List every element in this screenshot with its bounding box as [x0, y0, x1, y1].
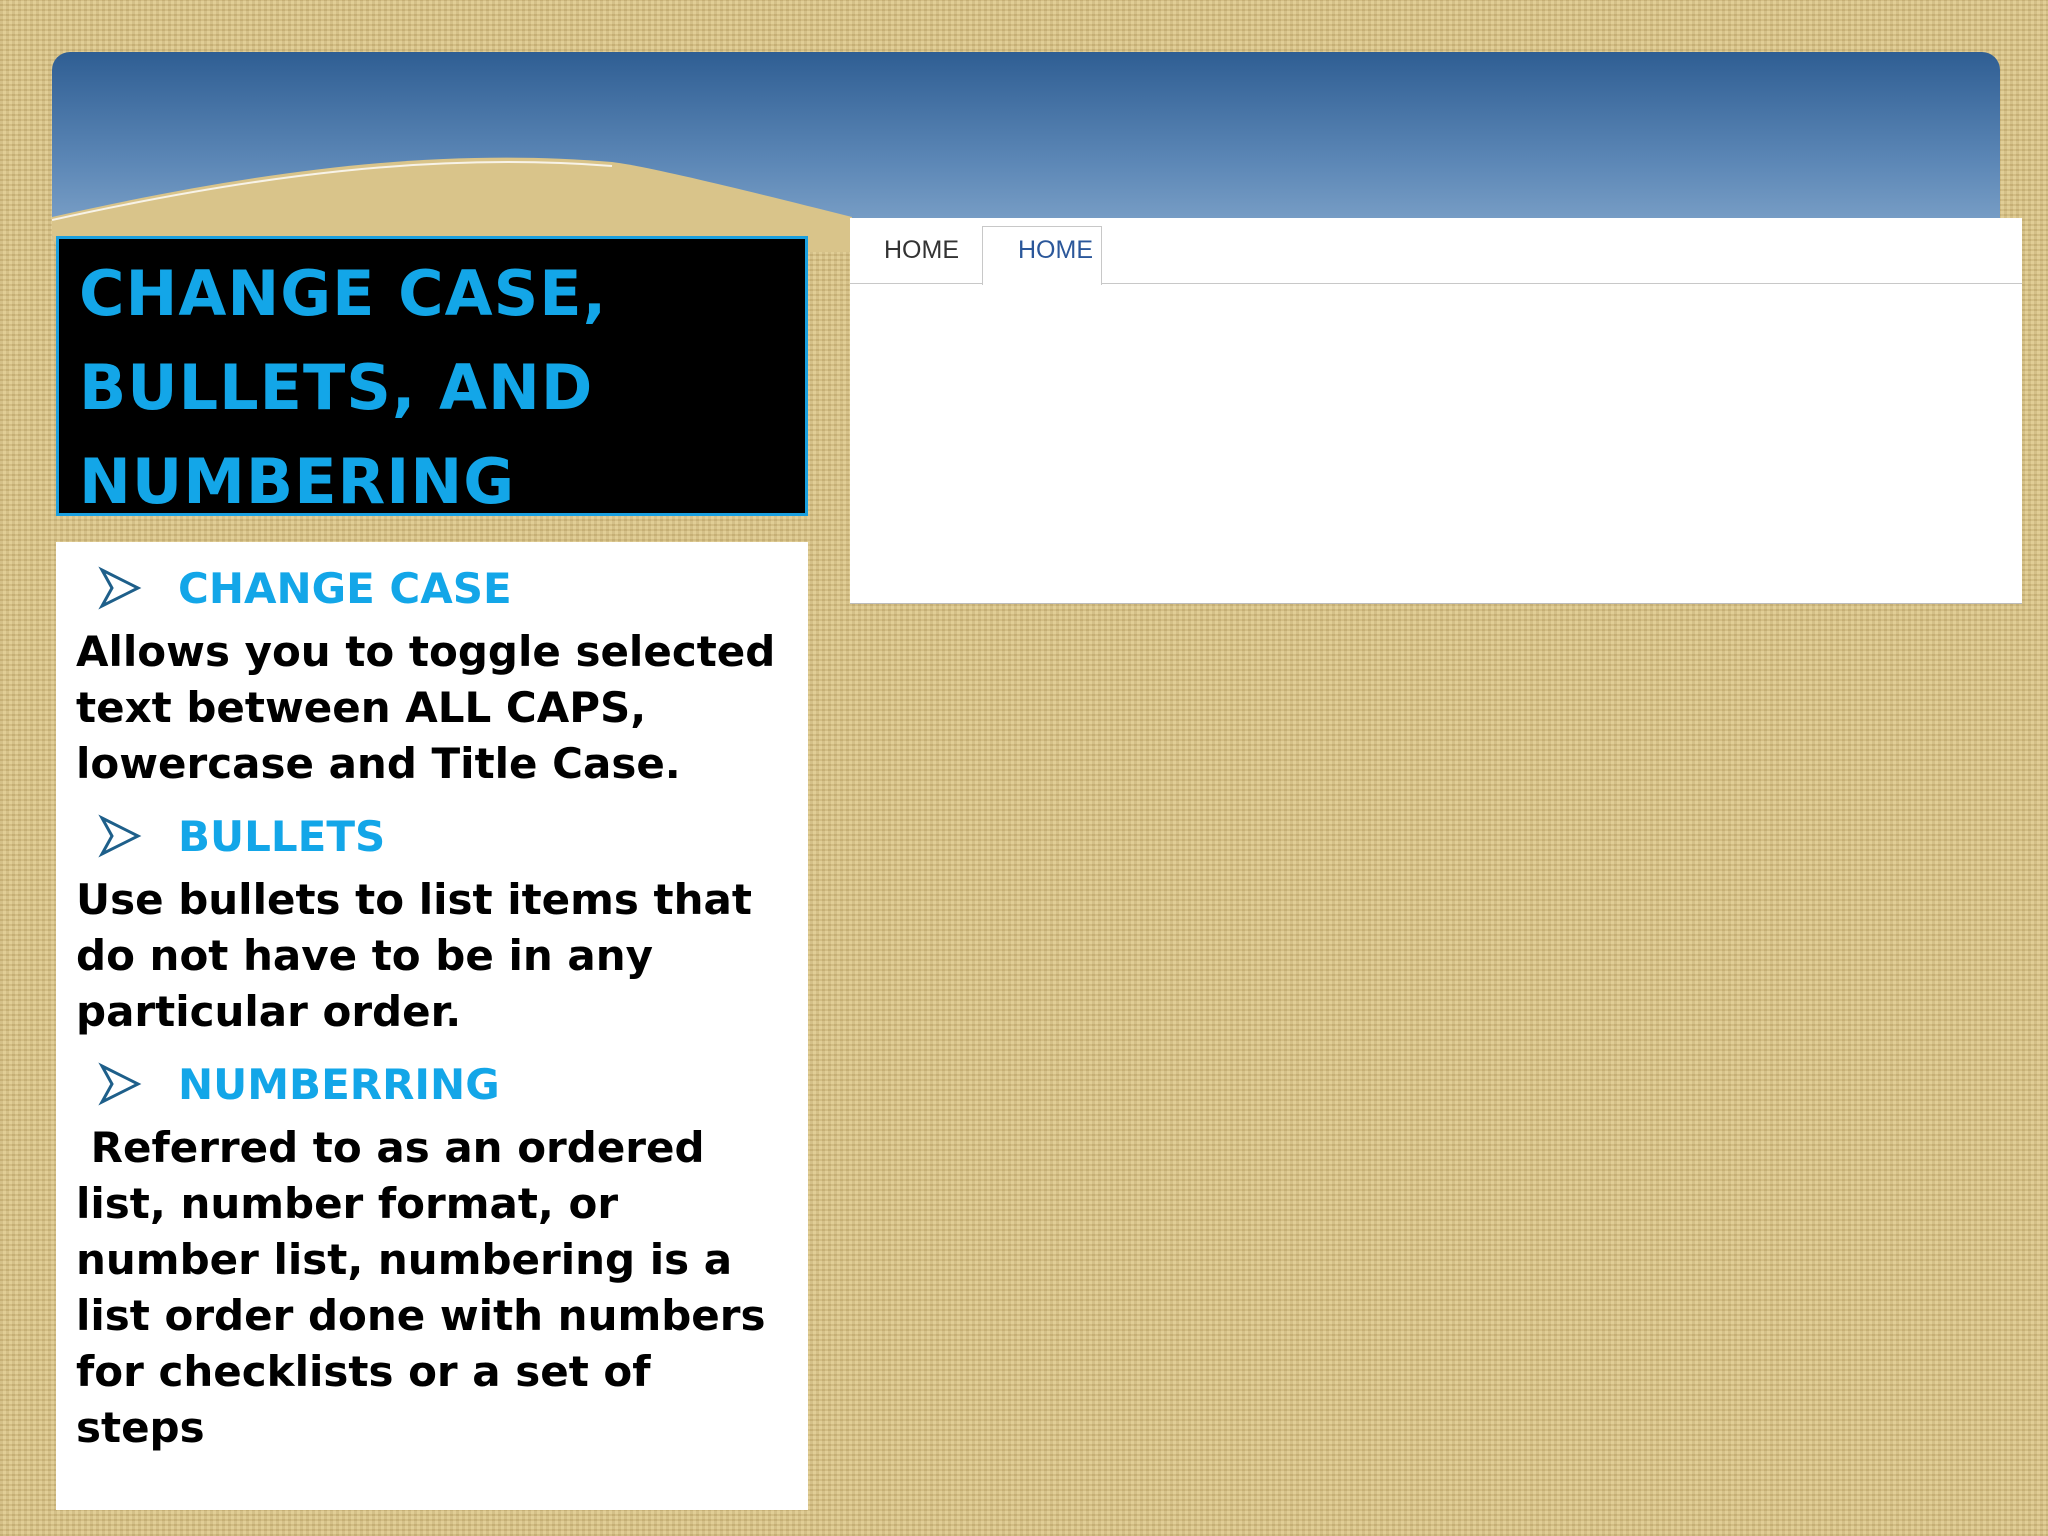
tab-home-active[interactable]: HOME [1018, 236, 1093, 265]
arrow-bullet-icon [98, 1062, 142, 1106]
section-heading-numbering: NUMBERRING [76, 1048, 788, 1120]
section-body-bullets: Use bullets to list items that do not ha… [76, 875, 752, 1036]
section-heading-bullets: BULLETS [76, 800, 788, 872]
arrow-bullet-icon [98, 566, 142, 610]
slide-title-line-2: BULLETS, AND [79, 351, 594, 424]
section-heading-change-case: CHANGE CASE [76, 552, 788, 624]
section-body-change-case: Allows you to toggle selected text betwe… [76, 627, 776, 788]
arrow-bullet-icon [98, 814, 142, 858]
section-body-numbering: Referred to as an ordered list, number f… [76, 1123, 781, 1452]
screenshot-change-case: HOME HOME [850, 218, 2022, 604]
slide-title-line-3: NUMBERING [79, 445, 516, 518]
slide-title-line-1: CHANGE CASE, [79, 257, 608, 330]
content-panel: CHANGE CASE Allows you to toggle selecte… [56, 542, 808, 1510]
tab-home[interactable]: HOME [884, 236, 959, 265]
title-box: CHANGE CASE, BULLETS, AND NUMBERING [56, 236, 808, 518]
